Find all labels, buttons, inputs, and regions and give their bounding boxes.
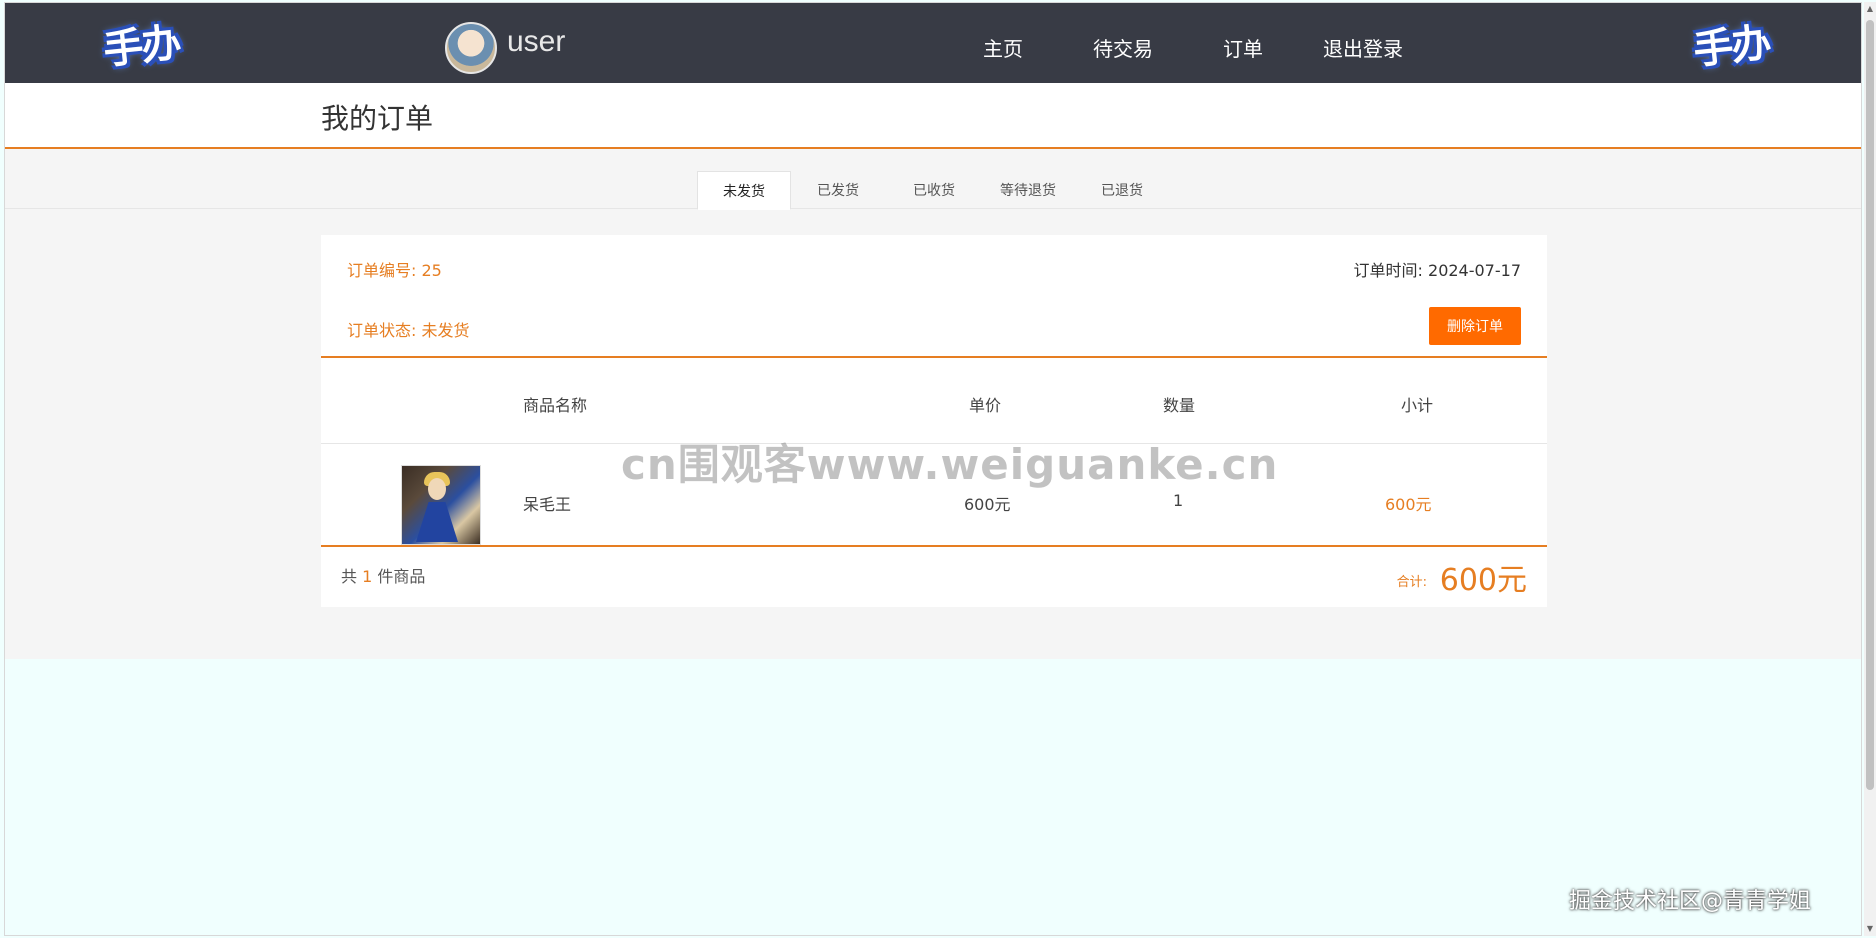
item-count-prefix: 共 [341,567,358,586]
tab-unshipped[interactable]: 未发货 [697,171,791,210]
order-number: 订单编号: 25 [347,261,442,280]
logo-text: 手办 [101,20,182,74]
page-header: 我的订单 [5,83,1861,149]
user-avatar[interactable] [445,22,497,74]
column-header-name: 商品名称 [523,396,588,415]
item-count: 共 1 件商品 [341,563,425,587]
tab-shipped[interactable]: 已发货 [791,171,885,209]
column-header-price: 单价 [969,396,1002,415]
username[interactable]: user [507,25,565,59]
figure-dress-shape [416,502,458,542]
tab-received[interactable]: 已收货 [887,171,981,209]
top-navbar: 手办 user 主页 待交易 订单 退出登录 手办 [5,3,1861,83]
site-logo-right[interactable]: 手办 [1681,15,1781,74]
scroll-up-arrow-icon[interactable]: ▲ [1866,4,1874,14]
nav-logout-link[interactable]: 退出登录 [1323,33,1403,62]
total-label: 合计: [1396,575,1427,590]
watermark-text: cn围观客www.weiguanke.cn [621,440,1279,489]
scroll-thumb[interactable] [1866,20,1874,790]
scroll-down-arrow-icon[interactable]: ▼ [1866,924,1874,934]
item-count-suffix: 件商品 [377,567,426,586]
order-summary: 共 1 件商品 合计: 600元 [321,547,1547,607]
nav-orders-link[interactable]: 订单 [1223,33,1263,62]
orders-section: 未发货 已发货 已收货 等待退货 已退货 订单编号: 25 订单时间: 2024… [5,149,1861,659]
order-time: 订单时间: 2024-07-17 [1353,261,1521,280]
tab-awaiting-return[interactable]: 等待退货 [981,171,1075,209]
site-logo-left[interactable]: 手办 [91,15,191,74]
product-price: 600元 [964,495,1011,514]
product-image[interactable] [401,465,481,545]
order-status-tabs: 未发货 已发货 已收货 等待退货 已退货 [5,171,1861,210]
browser-page: 手办 user 主页 待交易 订单 退出登录 手办 我的订单 未发货 已发货 已… [4,2,1862,936]
product-name[interactable]: 呆毛王 [523,491,571,515]
vertical-scrollbar[interactable]: ▲ ▼ [1864,2,1876,936]
item-count-value: 1 [362,567,373,586]
page-title: 我的订单 [321,102,434,135]
product-qty: 1 [1173,491,1184,510]
figure-face-shape [428,478,446,500]
delete-order-button[interactable]: 删除订单 [1429,307,1521,345]
credit-watermark: 掘金技术社区@青青学姐 [1569,889,1812,914]
logo-text: 手办 [1691,20,1772,74]
order-status: 订单状态: 未发货 [347,321,470,340]
nav-pending-trade-link[interactable]: 待交易 [1093,33,1153,62]
order-card: 订单编号: 25 订单时间: 2024-07-17 订单状态: 未发货 删除订单… [321,235,1547,607]
column-header-qty: 数量 [1163,396,1196,415]
nav-home-link[interactable]: 主页 [983,33,1023,62]
product-subtotal: 600元 [1385,495,1432,514]
tab-returned[interactable]: 已退货 [1075,171,1169,209]
total-value: 600元 [1439,563,1527,598]
column-header-subtotal: 小计 [1401,396,1434,415]
